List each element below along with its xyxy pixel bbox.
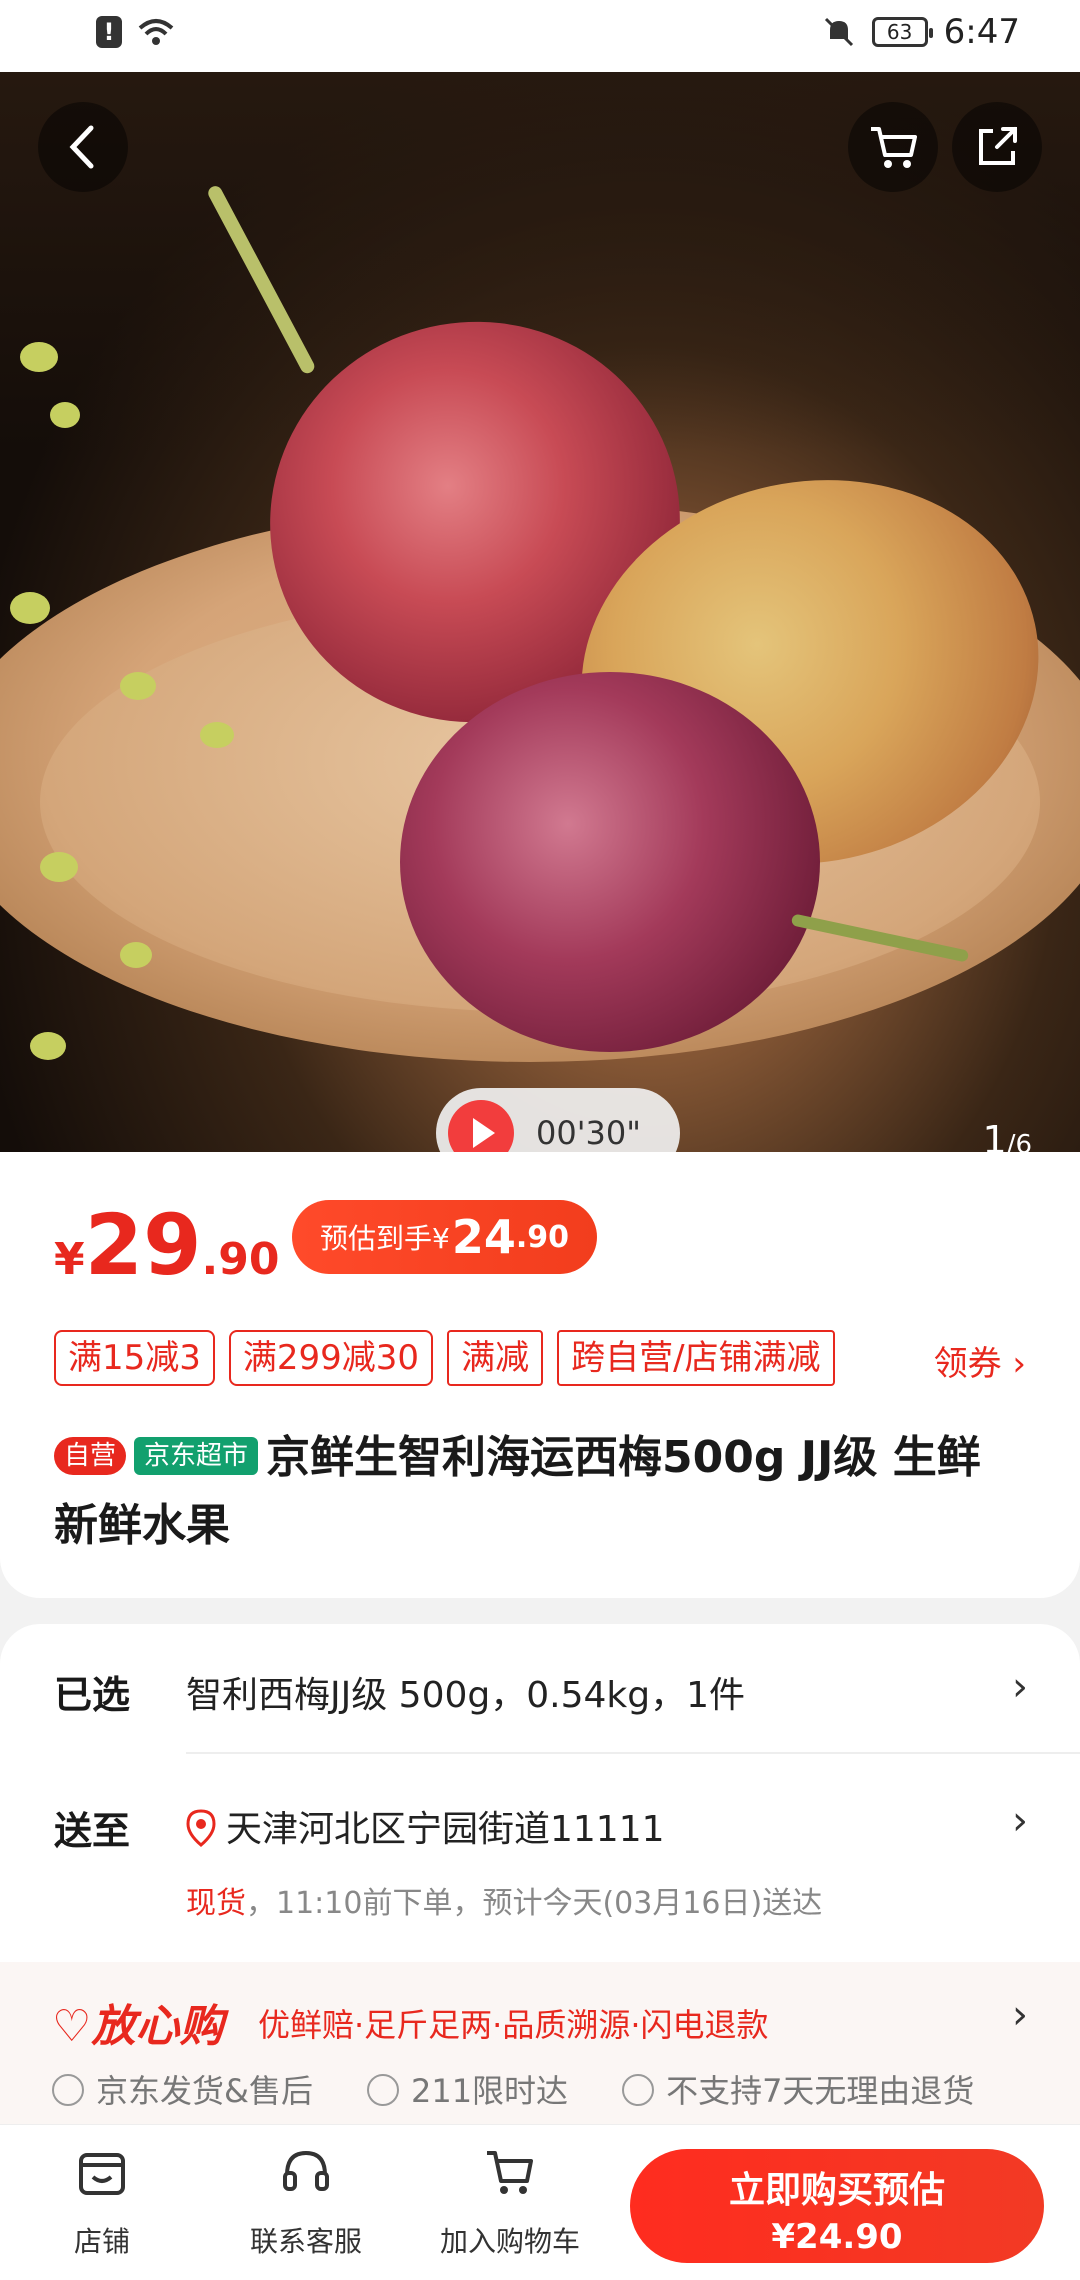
cart-icon	[487, 2151, 533, 2194]
price: ¥29.90	[54, 1196, 279, 1294]
info-icon	[622, 2074, 655, 2106]
estimate-label: 预估到手¥	[320, 1222, 450, 1255]
address-row[interactable]: 天津河北区宁园街道11111	[186, 1800, 665, 1852]
status-bar: ! 63 6:47	[0, 0, 1080, 72]
mute-bell-icon	[824, 17, 853, 47]
pager-current: 1	[982, 1118, 1007, 1152]
cart-button[interactable]	[848, 102, 938, 192]
image-pager: 1/6	[983, 1118, 1033, 1152]
price-decimal: .90	[201, 1234, 280, 1285]
cart-icon	[871, 127, 917, 168]
flower-sprig	[200, 722, 234, 748]
pager-total: /6	[1006, 1130, 1032, 1152]
assurance-items: 京东发货&售后 211限时达 不支持7天无理由退货	[52, 2066, 974, 2112]
location-pin-icon	[186, 1809, 216, 1847]
chevron-left-icon	[69, 125, 94, 169]
purchase-info-card: 已选 智利西梅JJ级 500g，0.54kg，1件 › 送至 天津河北区宁园街道…	[0, 1624, 1080, 2124]
wifi-icon	[138, 19, 174, 45]
customer-service-button[interactable]: 联系客服	[216, 2145, 396, 2260]
cart-label: 加入购物车	[439, 2225, 580, 2258]
product-image[interactable]: 00'30" 1/6	[0, 72, 1080, 1152]
buy-now-price: ¥24.90	[771, 2217, 903, 2257]
share-button[interactable]	[952, 102, 1042, 192]
promotion-tags: 满15减3 满299减30 满减 跨自营/店铺满减	[54, 1330, 835, 1386]
get-coupon-link[interactable]: 领券 ›	[934, 1336, 1026, 1385]
alert-icon: !	[96, 16, 122, 48]
clock: 6:47	[943, 12, 1020, 52]
selected-spec[interactable]: 智利西梅JJ级 500g，0.54kg，1件	[186, 1666, 745, 1718]
ship-to-label: 送至	[54, 1809, 131, 1853]
promo-tag[interactable]: 跨自营/店铺满减	[557, 1330, 835, 1386]
assurance-banner[interactable]: ♡放心购 优鲜赔·足斤足两·品质溯源·闪电退款 › 京东发货&售后 211限时达…	[0, 1962, 1080, 2124]
store-icon	[79, 2153, 125, 2195]
promo-tag[interactable]: 满299减30	[228, 1330, 434, 1386]
store-label: 店铺	[73, 2225, 130, 2258]
status-right: 63 6:47	[822, 12, 1020, 52]
promo-tag[interactable]: 满15减3	[54, 1330, 215, 1386]
price-integer: 29	[84, 1196, 202, 1294]
chevron-right-icon[interactable]: ›	[1012, 1798, 1028, 1844]
chevron-right-icon[interactable]: ›	[1012, 1664, 1028, 1710]
plum-purple	[400, 672, 820, 1052]
divider	[186, 1752, 1080, 1754]
estimated-price-badge[interactable]: 预估到手¥ 24.90	[292, 1200, 597, 1274]
address-text: 天津河北区宁园街道11111	[226, 1809, 665, 1850]
estimate-integer: 24	[451, 1210, 516, 1264]
buy-now-label: 立即购买预估	[728, 2170, 945, 2211]
self-operated-badge: 自营	[54, 1437, 127, 1475]
video-play-button[interactable]: 00'30"	[436, 1088, 680, 1152]
promo-tag[interactable]: 满减	[447, 1330, 544, 1386]
jd-supermarket-badge: 京东超市	[134, 1437, 259, 1475]
stock-status: 现货	[186, 1886, 246, 1921]
battery-icon: 63	[871, 17, 933, 47]
price-symbol: ¥	[54, 1234, 85, 1285]
smile-icon	[366, 2074, 399, 2106]
add-to-cart-button[interactable]: 加入购物车	[420, 2145, 600, 2260]
delivery-estimate: 现货，11:10前下单，预计今天(03月16日)送达	[186, 1878, 822, 1922]
assurance-item: 京东发货&售后	[52, 2066, 313, 2112]
chevron-right-icon[interactable]: ›	[1012, 1992, 1028, 2038]
store-button[interactable]: 店铺	[12, 2145, 192, 2260]
flower-sprig	[30, 1032, 66, 1060]
flower-sprig	[40, 852, 78, 882]
assurance-desc: 优鲜赔·足斤足两·品质溯源·闪电退款	[258, 2006, 769, 2044]
back-button[interactable]	[38, 102, 128, 192]
flower-sprig	[20, 342, 58, 372]
video-duration: 00'30"	[536, 1114, 641, 1152]
flower-sprig	[10, 592, 50, 624]
status-left: !	[96, 16, 176, 48]
flower-sprig	[120, 942, 152, 968]
share-icon	[979, 127, 1017, 165]
assurance-item: 不支持7天无理由退货	[622, 2066, 974, 2112]
assurance-brand: ♡放心购	[52, 2001, 224, 2052]
assurance-item: 211限时达	[366, 2066, 569, 2112]
estimate-decimal: .90	[515, 1219, 569, 1255]
selected-label: 已选	[54, 1673, 131, 1717]
flower-sprig	[120, 672, 156, 700]
smile-icon	[52, 2074, 84, 2106]
flower-sprig	[50, 402, 80, 428]
service-label: 联系客服	[249, 2225, 362, 2258]
assurance-item-label: 京东发货&售后	[96, 2072, 313, 2110]
assurance-item-label: 211限时达	[410, 2072, 569, 2110]
buy-now-button[interactable]: 立即购买预估 ¥24.90	[630, 2149, 1044, 2263]
play-icon	[448, 1100, 514, 1152]
product-summary-card: ¥29.90 预估到手¥ 24.90 满15减3 满299减30 满减 跨自营/店…	[0, 1152, 1080, 1598]
delivery-text: ，11:10前下单，预计今天(03月16日)送达	[246, 1886, 823, 1921]
headset-icon	[283, 2150, 329, 2191]
bottom-action-bar: 店铺 联系客服 加入购物车 立即购买预估 ¥24.90	[0, 2124, 1080, 2280]
product-title: 自营 京东超市 京鲜生智利海运西梅500g JJ级 生鲜 新鲜水果	[54, 1424, 1034, 1560]
assurance-item-label: 不支持7天无理由退货	[666, 2072, 975, 2110]
